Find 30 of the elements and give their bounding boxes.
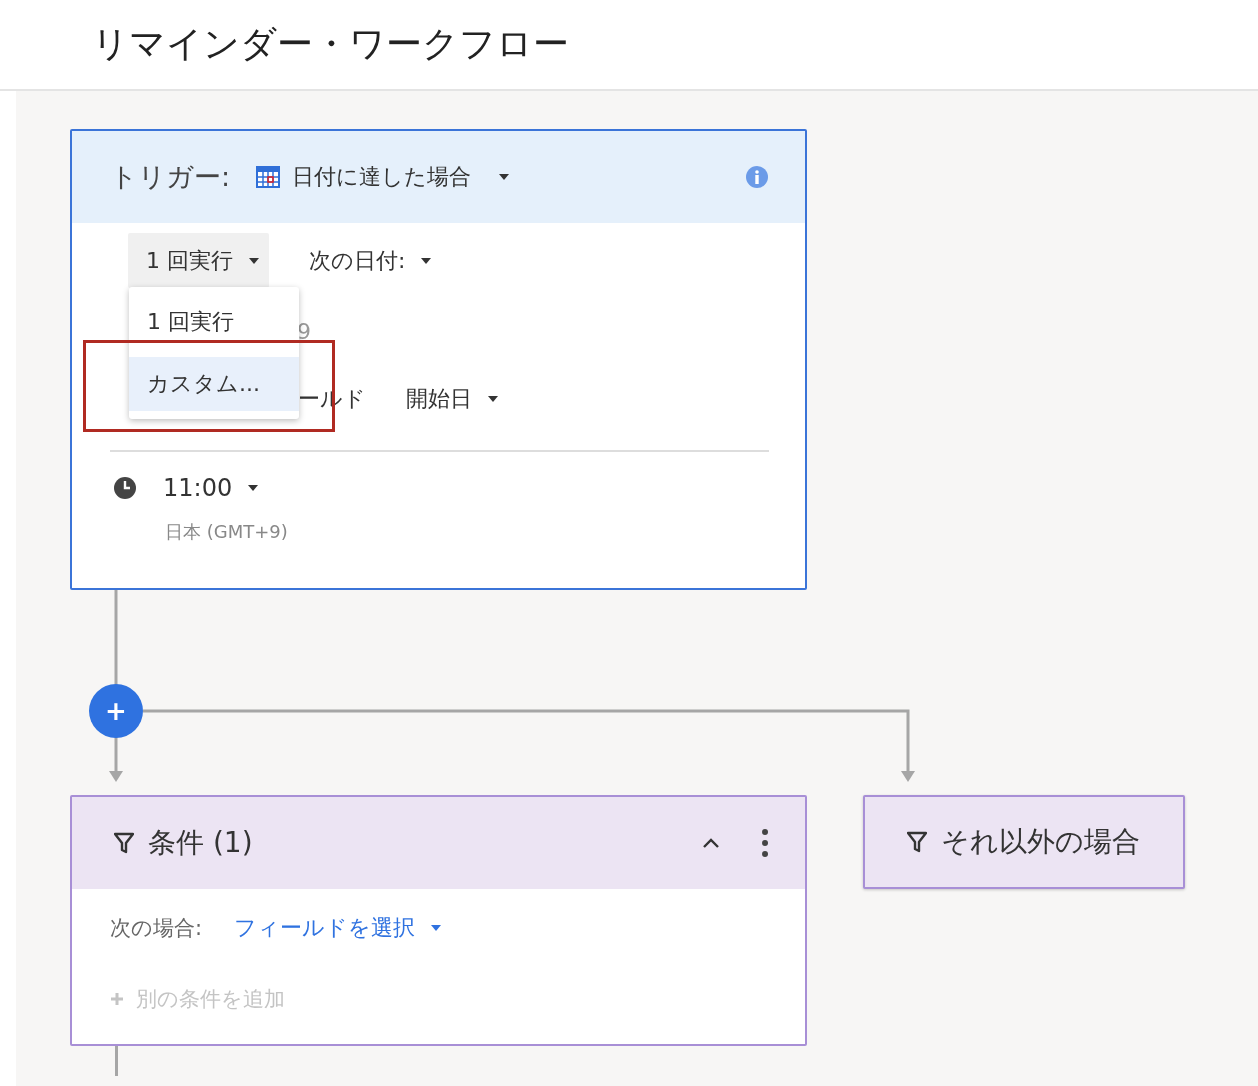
filter-icon [907, 831, 927, 853]
add-step-button[interactable]: + [89, 684, 143, 738]
caret-icon [421, 257, 432, 264]
covered-text: 9 [297, 319, 311, 344]
caret-icon [431, 925, 442, 931]
condition-title: 条件 (1) [148, 825, 253, 861]
filter-icon [114, 832, 134, 854]
time-dropdown[interactable]: 11:00 [163, 474, 259, 502]
otherwise-title: それ以外の場合 [941, 824, 1140, 860]
clock-icon [113, 476, 137, 500]
trigger-type-dropdown[interactable]: 日付に達した場合 [256, 162, 510, 192]
next-date-dropdown[interactable]: 次の日付: [309, 245, 432, 276]
date-field-dropdown[interactable]: 開始日 [406, 384, 498, 414]
collapse-icon[interactable] [701, 836, 721, 850]
plus-icon [110, 992, 124, 1006]
caret-icon [248, 485, 259, 491]
page-title: リマインダー・ワークフロー [92, 22, 569, 66]
caret-icon [249, 257, 259, 264]
caret-icon [499, 174, 510, 180]
menu-item[interactable]: 1 回実行 [129, 295, 299, 349]
more-icon[interactable] [761, 828, 769, 858]
trigger-label: トリガー: [110, 160, 231, 194]
timezone-text: 日本 (GMT+9) [165, 520, 289, 544]
condition-label: 次の場合: [110, 915, 203, 942]
menu-item[interactable]: カスタム... [129, 357, 299, 411]
repeat-dropdown[interactable]: 1 回実行 [128, 233, 269, 288]
calendar-icon [256, 166, 281, 188]
caret-icon [488, 396, 498, 402]
info-icon[interactable] [745, 165, 769, 189]
field-select-dropdown[interactable]: フィールドを選択 [234, 913, 442, 943]
